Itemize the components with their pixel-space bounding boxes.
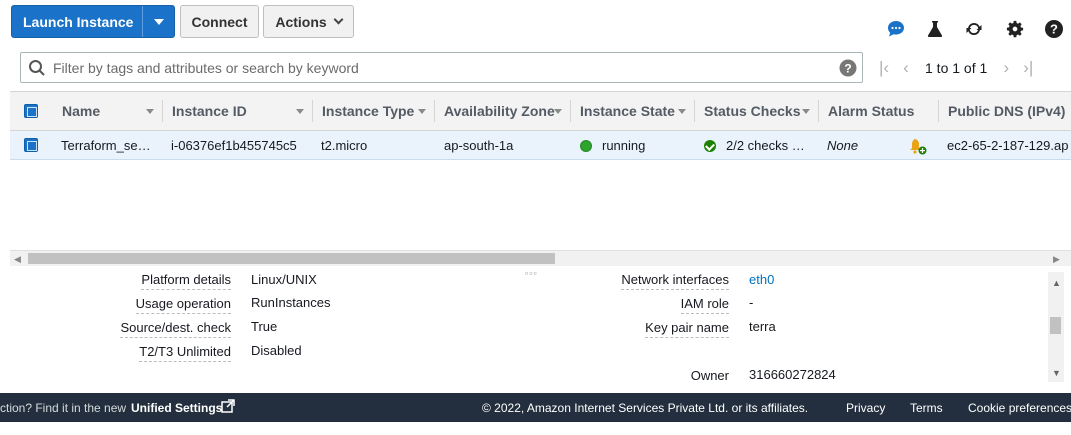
detail-value-source-dest: True [251, 319, 278, 334]
flask-icon[interactable] [924, 18, 946, 40]
next-page-icon[interactable]: › [995, 58, 1017, 78]
cell-status-checks: 2/2 checks … [704, 131, 816, 160]
detail-label-usage-operation: Usage operation [135, 296, 231, 314]
detail-value-usage-operation: RunInstances [251, 295, 331, 310]
footer-hint-text: ction? Find it in the new [0, 401, 127, 415]
detail-value-platform: Linux/UNIX [251, 272, 317, 287]
toolbar: Launch Instance Connect Actions ? [0, 0, 1071, 44]
table-header: Name Instance ID Instance Type Availabil… [10, 91, 1071, 131]
terms-link[interactable]: Terms [910, 401, 943, 415]
horizontal-scroll-thumb[interactable] [28, 253, 555, 264]
launch-instance-button[interactable]: Launch Instance [11, 5, 175, 38]
col-header-instance-type[interactable]: Instance Type [322, 92, 434, 130]
caret-down-icon [153, 18, 164, 25]
detail-label-iam-role: IAM role [680, 296, 729, 314]
cell-availability-zone: ap-south-1a [444, 138, 514, 153]
search-help-icon[interactable]: ? [839, 59, 857, 80]
detail-value-t2t3-unlimited: Disabled [251, 343, 302, 358]
pagination: |‹ ‹ 1 to 1 of 1 › ›| [873, 56, 1039, 80]
horizontal-scrollbar[interactable]: ◀ ▶ [10, 250, 1071, 266]
chevron-down-icon [333, 14, 344, 25]
row-checkbox[interactable] [24, 138, 38, 152]
launch-instance-label: Launch Instance [23, 13, 134, 30]
actions-button[interactable]: Actions [263, 5, 354, 38]
detail-value-owner: 316660272824 [749, 367, 836, 382]
col-header-public-dns[interactable]: Public DNS (IPv4) [948, 92, 1071, 130]
prev-page-icon[interactable]: ‹ [895, 58, 917, 78]
chat-icon[interactable] [885, 18, 907, 40]
instance-details-panel: Platform details Linux/UNIX Usage operat… [0, 268, 1048, 393]
col-header-instance-id[interactable]: Instance ID [172, 92, 312, 130]
search-input[interactable] [51, 55, 831, 80]
detail-label-owner: Owner [690, 368, 729, 383]
add-alarm-icon[interactable] [908, 131, 932, 160]
actions-label: Actions [275, 13, 327, 30]
footer: ction? Find it in the new Unified Settin… [0, 393, 1071, 422]
scroll-down-icon[interactable]: ▼ [1052, 368, 1061, 378]
external-link-icon [221, 399, 235, 416]
detail-value-iam-role: - [749, 295, 754, 310]
cell-instance-id: i-06376ef1b455745c5 [171, 138, 297, 153]
col-header-status-checks[interactable]: Status Checks [704, 92, 818, 130]
page-range-label: 1 to 1 of 1 [925, 60, 988, 76]
search-icon [28, 59, 46, 80]
svg-text:?: ? [1050, 22, 1058, 37]
detail-label-t2t3-unlimited: T2/T3 Unlimited [139, 344, 231, 362]
svg-text:?: ? [844, 61, 851, 75]
check-ok-icon [704, 139, 716, 152]
copyright-text: © 2022, Amazon Internet Services Private… [482, 401, 809, 415]
cell-instance-type: t2.micro [321, 138, 368, 153]
table-row[interactable]: Terraform_se… i-06376ef1b455745c5 t2.mic… [10, 131, 1071, 160]
scroll-left-icon[interactable]: ◀ [14, 254, 21, 265]
cell-instance-state: running [580, 131, 694, 160]
detail-label-network-interfaces: Network interfaces [621, 272, 729, 290]
cell-name: Terraform_se… [61, 138, 151, 153]
privacy-link[interactable]: Privacy [846, 401, 885, 415]
refresh-icon[interactable] [963, 18, 985, 40]
sort-icon [296, 108, 304, 114]
unified-settings-link[interactable]: Unified Settings [131, 401, 222, 415]
detail-label-key-pair: Key pair name [645, 320, 729, 338]
network-interface-link[interactable]: eth0 [749, 272, 774, 287]
last-page-icon[interactable]: ›| [1017, 58, 1039, 78]
col-header-name[interactable]: Name [62, 92, 162, 130]
col-header-instance-state[interactable]: Instance State [580, 92, 694, 130]
sort-icon [554, 108, 562, 114]
vertical-scrollbar[interactable]: ▲ ▼ [1048, 272, 1064, 382]
col-header-alarm-status[interactable]: Alarm Status [828, 92, 938, 130]
detail-label-platform: Platform details [141, 272, 231, 290]
running-status-icon [580, 139, 592, 152]
select-all-checkbox[interactable] [24, 104, 38, 118]
sort-icon [678, 108, 686, 114]
gear-icon[interactable] [1004, 18, 1026, 40]
sort-icon [802, 108, 810, 114]
connect-button[interactable]: Connect [180, 5, 259, 38]
scroll-right-icon[interactable]: ▶ [1053, 254, 1060, 265]
sort-icon [146, 108, 154, 114]
detail-value-key-pair: terra [749, 319, 776, 334]
col-header-availability-zone[interactable]: Availability Zone [444, 92, 570, 130]
filter-search-box: ? [20, 52, 863, 83]
sort-icon [418, 108, 426, 114]
detail-label-source-dest: Source/dest. check [120, 320, 231, 338]
scroll-up-icon[interactable]: ▲ [1052, 278, 1061, 288]
first-page-icon[interactable]: |‹ [873, 58, 895, 78]
help-icon[interactable]: ? [1043, 18, 1065, 40]
cell-alarm-status: None [827, 138, 859, 153]
cell-public-dns: ec2-65-2-187-129.ap [947, 138, 1069, 153]
launch-dropdown-toggle[interactable] [142, 6, 174, 37]
vertical-scroll-thumb[interactable] [1050, 317, 1061, 334]
cookie-preferences-link[interactable]: Cookie preferences [968, 401, 1071, 415]
